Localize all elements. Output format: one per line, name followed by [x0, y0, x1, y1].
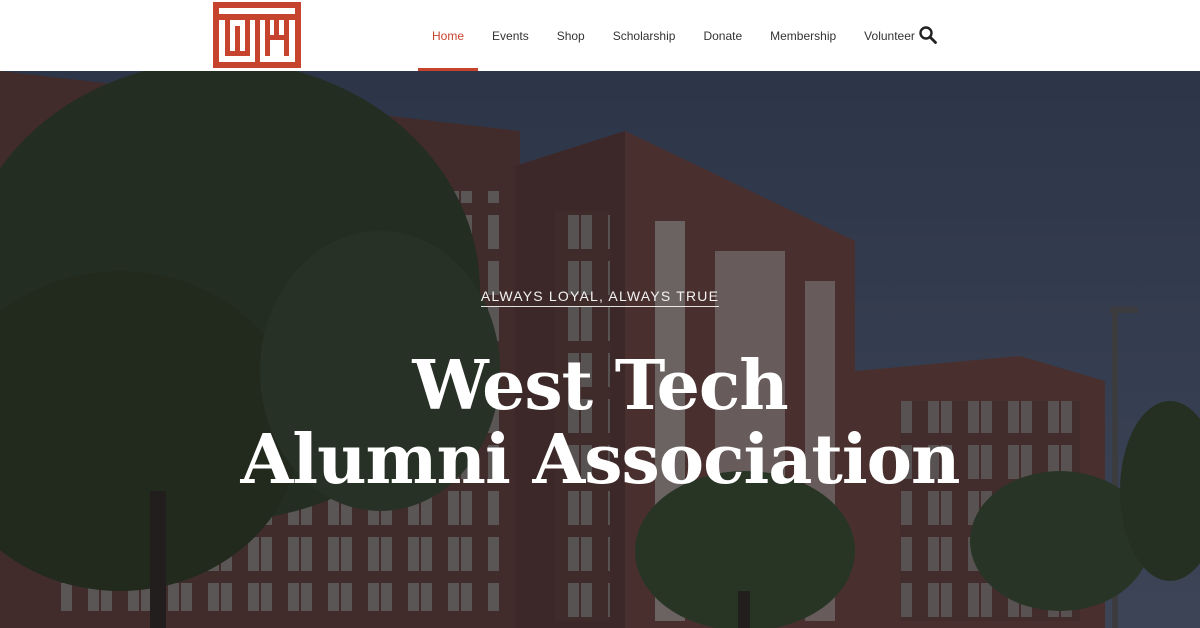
site-header: Home Events Shop Scholarship Donate Memb… — [0, 0, 1200, 71]
nav-home[interactable]: Home — [418, 0, 479, 71]
nav-scholarship[interactable]: Scholarship — [599, 0, 690, 71]
nav-membership[interactable]: Membership — [756, 0, 850, 71]
hero-title-line2: Alumni Association — [240, 420, 961, 500]
hero-title-line1: West Tech — [412, 346, 788, 426]
main-nav: Home Events Shop Scholarship Donate Memb… — [418, 0, 929, 71]
search-icon[interactable] — [918, 25, 938, 45]
tagline-text: ALWAYS LOYAL, ALWAYS TRUE — [480, 288, 720, 307]
hero-banner: ALWAYS LOYAL, ALWAYS TRUE West Tech Alum… — [0, 71, 1200, 628]
nav-shop[interactable]: Shop — [543, 0, 599, 71]
hero-title: West Tech Alumni Association — [0, 349, 1200, 497]
hero-tagline: ALWAYS LOYAL, ALWAYS TRUE — [0, 288, 1200, 307]
nav-donate[interactable]: Donate — [689, 0, 756, 71]
wta-logo[interactable] — [213, 2, 301, 68]
nav-events[interactable]: Events — [478, 0, 543, 71]
